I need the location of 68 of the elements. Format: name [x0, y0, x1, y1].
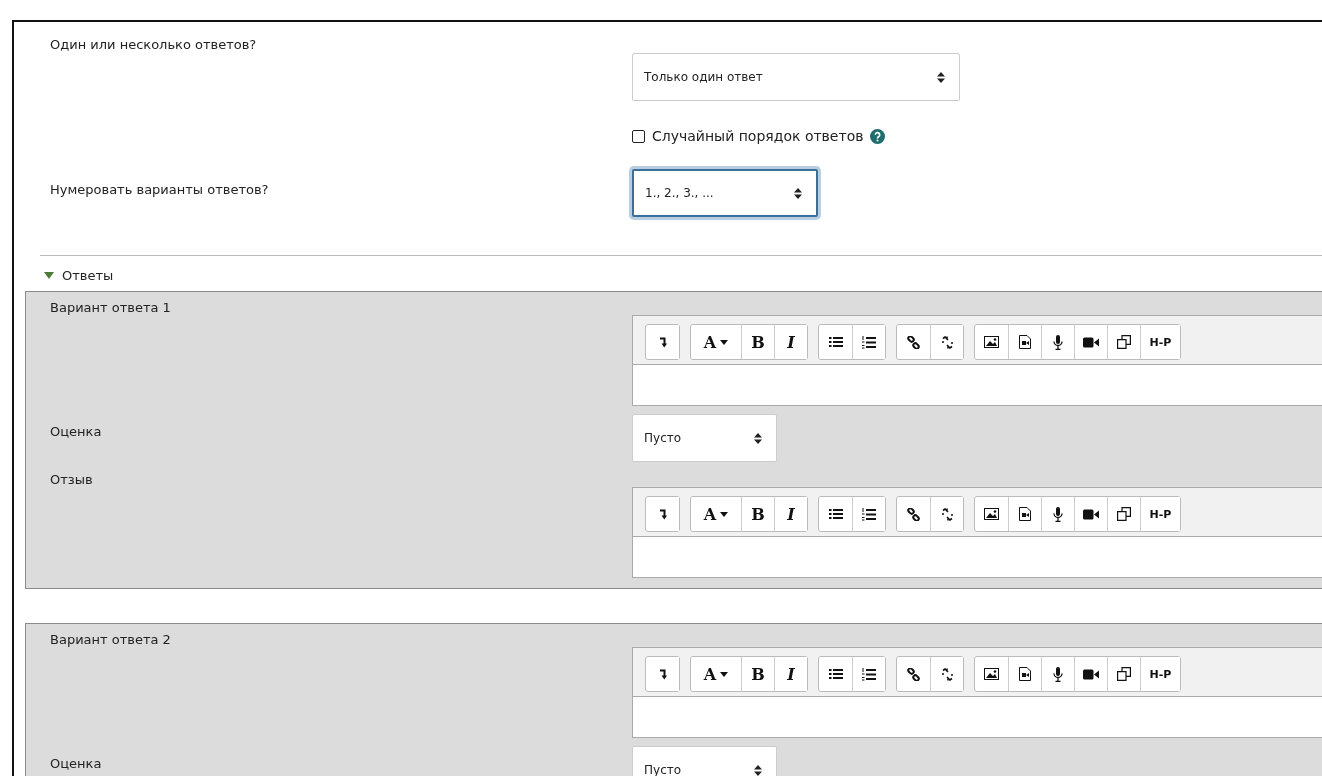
h5p-button[interactable]: H-P	[1140, 497, 1180, 531]
dropdown-select[interactable]: Пусто	[632, 414, 777, 462]
triangle-down-icon	[44, 272, 54, 279]
bent-arrow-down-icon	[658, 336, 667, 348]
media-file-icon	[1019, 667, 1031, 681]
link-icon	[907, 507, 920, 521]
caret-icon	[720, 511, 729, 517]
field-label: Отзыв	[50, 472, 94, 488]
video-camera-icon	[1083, 508, 1099, 520]
text-input-field[interactable]	[633, 696, 1322, 737]
field-label: Вариант ответа 1	[50, 300, 172, 316]
show-more-button[interactable]	[646, 497, 679, 531]
unlink-button[interactable]	[930, 657, 963, 691]
help-icon[interactable]	[870, 128, 886, 144]
microphone-icon	[1053, 506, 1063, 522]
image-icon	[984, 668, 999, 680]
microphone-icon	[1053, 334, 1063, 350]
dropdown-select[interactable]: 1., 2., 3., ...	[632, 169, 818, 217]
media-file-icon	[1019, 335, 1031, 349]
copy-pages-icon	[1117, 667, 1131, 681]
field-label: Оценка	[50, 755, 103, 772]
h5p-button[interactable]: H-P	[1140, 657, 1180, 691]
numbered-list-icon	[862, 667, 876, 681]
video-camera-icon	[1083, 668, 1099, 680]
italic-button[interactable]: I	[774, 657, 807, 691]
bent-arrow-down-icon	[658, 508, 667, 520]
link-icon	[907, 667, 920, 681]
numbered-list-button[interactable]	[852, 497, 885, 531]
video-camera-icon	[1083, 336, 1099, 348]
numbered-list-button[interactable]	[852, 325, 885, 359]
unlink-button[interactable]	[930, 497, 963, 531]
show-more-button[interactable]	[646, 657, 679, 691]
unlink-button[interactable]	[930, 325, 963, 359]
bullet-list-icon	[828, 668, 843, 680]
image-icon	[984, 508, 999, 520]
text-input-field[interactable]	[633, 536, 1322, 577]
caret-icon	[720, 339, 729, 345]
copy-pages-icon	[1117, 507, 1131, 521]
sort-arrows-icon	[794, 187, 802, 199]
bullet-list-icon	[828, 336, 843, 348]
image-icon	[984, 336, 999, 348]
sort-arrows-icon	[754, 764, 762, 776]
dropdown-select[interactable]: Только один ответ	[632, 53, 960, 101]
numbered-list-icon	[862, 335, 876, 349]
microphone-icon	[1053, 666, 1063, 682]
italic-button[interactable]: I	[774, 497, 807, 531]
h5p-button[interactable]: H-P	[1140, 325, 1180, 359]
checkbox[interactable]	[632, 129, 645, 143]
numbered-list-button[interactable]	[852, 657, 885, 691]
text-input-field[interactable]	[633, 364, 1322, 405]
numbered-list-icon	[862, 507, 876, 521]
italic-button[interactable]: I	[774, 325, 807, 359]
checkbox-label: Случайный порядок ответов	[652, 128, 864, 144]
field-label: Вариант ответа 2	[50, 632, 172, 648]
media-file-icon	[1019, 507, 1031, 521]
copy-pages-icon	[1117, 335, 1131, 349]
dropdown-select[interactable]: Пусто	[632, 746, 777, 776]
bent-arrow-down-icon	[658, 668, 667, 680]
field-label: Один или несколько ответов?	[50, 37, 258, 53]
bullet-list-icon	[828, 508, 843, 520]
link-icon	[907, 335, 920, 349]
show-more-button[interactable]	[646, 325, 679, 359]
sort-arrows-icon	[937, 71, 945, 83]
field-label: Оценка	[50, 423, 103, 440]
section-header[interactable]: Ответы	[44, 268, 114, 283]
caret-icon	[720, 671, 729, 677]
sort-arrows-icon	[754, 432, 762, 444]
field-label: Нумеровать варианты ответов?	[50, 181, 270, 198]
